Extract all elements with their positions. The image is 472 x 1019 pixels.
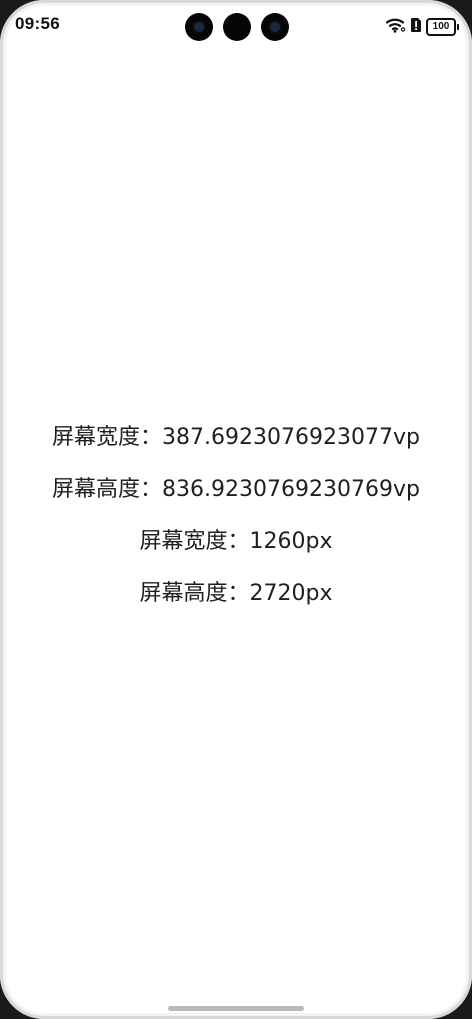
screen-height-vp-text: 屏幕高度：836.9230769230769vp: [0, 464, 472, 516]
status-time: 09:56: [15, 14, 60, 33]
screen-info-list: 屏幕宽度：387.6923076923077vp 屏幕高度：836.923076…: [0, 412, 472, 620]
home-indicator[interactable]: [168, 1006, 304, 1011]
status-bar: 09:56 100: [0, 0, 472, 54]
phone-screen: 09:56 100 屏幕宽度：387.6923076923077vp 屏幕高度：…: [0, 0, 472, 1019]
info-value: 2720px: [249, 581, 333, 606]
info-value: 836.9230769230769vp: [162, 477, 420, 502]
camera-cutout: [185, 13, 213, 41]
screen-width-vp-text: 屏幕宽度：387.6923076923077vp: [0, 412, 472, 464]
status-icons: 100: [385, 16, 459, 38]
info-label: 屏幕宽度：: [52, 425, 163, 450]
screen-height-px-text: 屏幕高度：2720px: [0, 568, 472, 620]
info-value: 387.6923076923077vp: [162, 425, 420, 450]
camera-cutout: [261, 13, 289, 41]
info-label: 屏幕高度：: [52, 477, 163, 502]
sim-alert-icon: [410, 17, 422, 38]
camera-cutout: [223, 13, 251, 41]
info-label: 屏幕宽度：: [139, 529, 250, 554]
info-value: 1260px: [249, 529, 333, 554]
battery-icon: 100: [426, 18, 459, 36]
info-label: 屏幕高度：: [139, 581, 250, 606]
screen-width-px-text: 屏幕宽度：1260px: [0, 516, 472, 568]
wifi-icon: [385, 17, 406, 38]
